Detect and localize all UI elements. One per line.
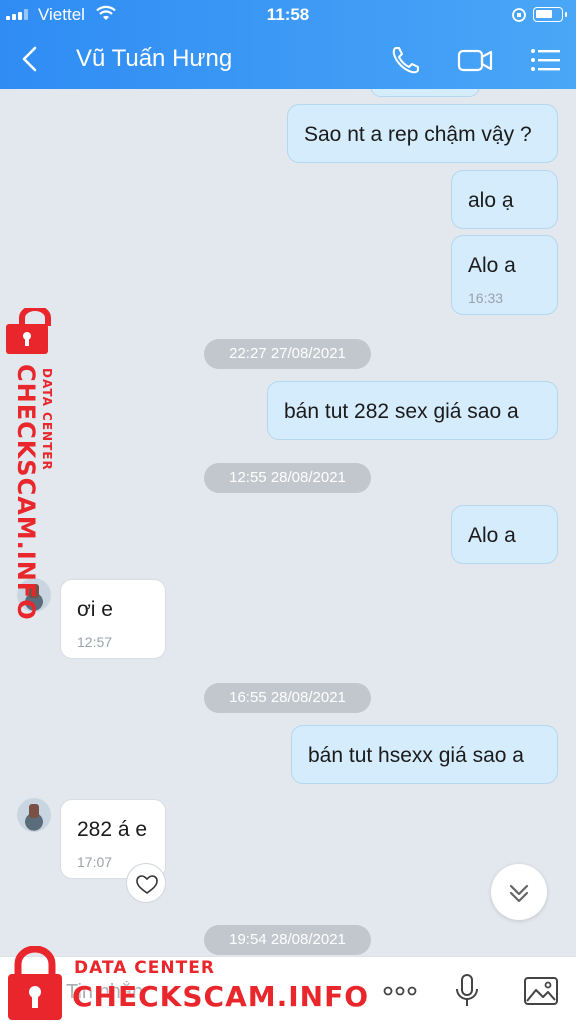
message-text: bán tut 282 sex giá sao a	[284, 400, 519, 423]
photo-button[interactable]	[521, 971, 561, 1011]
rotation-lock-icon	[512, 8, 526, 22]
message-bubble-out[interactable]: bán tut hsexx giá sao a	[291, 725, 558, 784]
contact-name[interactable]: Vũ Tuấn Hưng	[76, 45, 232, 73]
watermark-side: CHECKSCAM.INFO DATA CENTER	[2, 308, 66, 621]
message-text: bán tut hsexx giá sao a	[308, 744, 524, 767]
message-time: 16:33	[468, 290, 504, 306]
voice-call-button[interactable]	[386, 40, 426, 80]
battery-icon	[533, 7, 567, 22]
list-menu-icon	[531, 49, 560, 71]
microphone-icon	[456, 974, 478, 1006]
menu-button[interactable]	[526, 40, 566, 80]
more-dots-icon	[383, 986, 417, 996]
padlock-icon	[6, 308, 51, 354]
watermark-title: CHECKSCAM.INFO	[72, 980, 370, 1013]
video-call-button[interactable]	[455, 40, 495, 80]
message-text: Alo a	[468, 254, 516, 277]
video-camera-icon	[457, 49, 493, 72]
message-bubble-out[interactable]: Alo a 16:33	[451, 235, 558, 315]
message-text: 282 á e	[77, 818, 148, 841]
scroll-to-bottom-button[interactable]	[491, 864, 547, 920]
message-text: Sao nt a rep chậm vậy ?	[304, 123, 532, 146]
message-bubble-partial[interactable]	[370, 89, 480, 97]
date-separator: 16:55 28/08/2021	[204, 683, 371, 713]
date-separator: 12:55 28/08/2021	[204, 463, 371, 493]
chevron-left-icon	[22, 46, 37, 72]
watermark-subtitle: DATA CENTER	[74, 958, 215, 978]
status-time: 11:58	[266, 5, 310, 24]
message-text: Alo a	[468, 524, 516, 547]
padlock-icon	[8, 946, 62, 1020]
chat-area[interactable]: Sao nt a rep chậm vậy ? alo ạ Alo a 16:3…	[0, 89, 576, 956]
message-bubble-out[interactable]: bán tut 282 sex giá sao a	[267, 381, 558, 440]
message-bubble-in[interactable]: ơi e 12:57	[60, 579, 166, 659]
message-text: ơi e	[77, 598, 113, 621]
phone-icon	[392, 47, 419, 74]
watermark-title: CHECKSCAM.INFO	[12, 364, 40, 621]
avatar[interactable]	[17, 798, 51, 832]
message-bubble-out[interactable]: Alo a	[451, 505, 558, 564]
status-bar: Viettel 11:58	[0, 0, 576, 30]
double-chevron-down-icon	[509, 884, 529, 903]
voice-message-button[interactable]	[447, 971, 487, 1011]
more-options-button[interactable]	[380, 971, 420, 1011]
image-icon	[524, 977, 558, 1005]
message-bubble-out[interactable]: alo ạ	[451, 170, 558, 229]
watermark-subtitle: DATA CENTER	[40, 368, 54, 471]
message-time: 12:57	[77, 634, 113, 650]
heart-icon	[136, 875, 158, 894]
watermark-bottom: DATA CENTER CHECKSCAM.INFO	[4, 946, 368, 1020]
date-separator: 22:27 27/08/2021	[204, 339, 371, 369]
message-text: alo ạ	[468, 189, 514, 212]
back-button[interactable]	[14, 42, 48, 76]
react-button[interactable]	[126, 863, 166, 903]
top-bar: Viettel 11:58 Vũ Tuấn Hưng	[0, 0, 576, 89]
message-bubble-out[interactable]: Sao nt a rep chậm vậy ?	[287, 104, 558, 163]
